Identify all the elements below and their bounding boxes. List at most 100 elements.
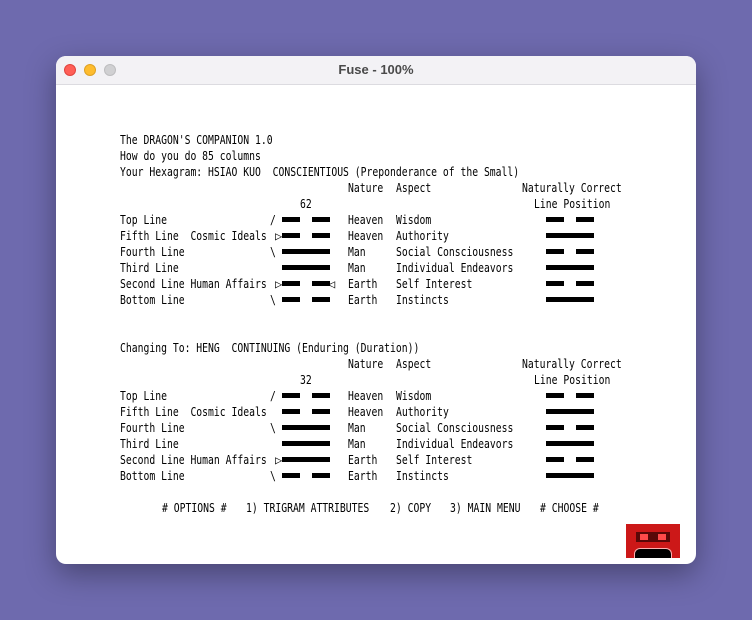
row-label: Fifth Line Cosmic Ideals (120, 228, 267, 243)
correct-line-left (546, 249, 564, 254)
hex1-number: 62 (300, 196, 312, 211)
hexagram-heading: Your Hexagram: HSIAO KUO CONSCIENTIOUS (… (120, 164, 520, 179)
direction-mark: / (270, 388, 276, 403)
title-bar[interactable]: Fuse - 100% (56, 56, 696, 85)
hexagram-line-left (282, 233, 300, 238)
row-label: Third Line (120, 436, 179, 451)
line-nature: Earth (348, 276, 378, 291)
correct-line (546, 409, 594, 414)
hexagram-line (282, 249, 330, 254)
hex1-correct-header: Naturally Correct (522, 180, 622, 195)
row-label: Second Line Human Affairs (120, 276, 267, 291)
hex1-aspect-header: Aspect (396, 180, 432, 195)
hexagram-line-right (312, 217, 330, 222)
correct-line-left (546, 425, 564, 430)
row-label: Third Line (120, 260, 179, 275)
hex2-number: 32 (300, 372, 312, 387)
row-label: Fourth Line (120, 420, 185, 435)
hexagram-line (282, 265, 330, 270)
direction-mark: / (270, 212, 276, 227)
hexagram-line-left (282, 281, 300, 286)
menu-main-menu[interactable]: 3) MAIN MENU (450, 500, 520, 516)
hex2-position-header: Line Position (534, 372, 611, 387)
hexagram-line (282, 425, 330, 430)
line-aspect: Instincts (396, 468, 449, 483)
line-nature: Man (348, 244, 366, 259)
hexagram-line-right (312, 297, 330, 302)
hexagram-line-left (282, 409, 300, 414)
line-nature: Earth (348, 468, 378, 483)
choose-prompt: # CHOOSE # (540, 500, 599, 515)
line-nature: Man (348, 420, 366, 435)
correct-line-right (576, 217, 594, 222)
line-nature: Heaven (348, 228, 384, 243)
hexagram-line-right (312, 281, 330, 286)
greeting-text: How do you do 85 columns (120, 148, 261, 163)
line-aspect: Self Interest (396, 452, 473, 467)
line-aspect: Social Consciousness (396, 420, 514, 435)
direction-mark: \ (270, 468, 276, 483)
hex2-aspect-header: Aspect (396, 356, 432, 371)
row-label: Fifth Line Cosmic Ideals (120, 404, 267, 419)
correct-line-left (546, 217, 564, 222)
correct-line-right (576, 281, 594, 286)
hex2-nature-header: Nature (348, 356, 384, 371)
app-title: The DRAGON'S COMPANION 1.0 (120, 132, 273, 147)
line-aspect: Wisdom (396, 212, 432, 227)
line-aspect: Social Consciousness (396, 244, 514, 259)
correct-line-right (576, 457, 594, 462)
row-label: Top Line (120, 388, 167, 403)
direction-mark: \ (270, 420, 276, 435)
hex2-correct-header: Naturally Correct (522, 356, 622, 371)
line-nature: Man (348, 436, 366, 451)
hexagram-line-right (312, 393, 330, 398)
row-label: Top Line (120, 212, 167, 227)
line-nature: Heaven (348, 388, 384, 403)
line-nature: Heaven (348, 212, 384, 227)
menu-copy[interactable]: 2) COPY (390, 500, 431, 516)
direction-mark: \ (270, 244, 276, 259)
line-aspect: Individual Endeavors (396, 436, 514, 451)
emulator-screen[interactable]: The DRAGON'S COMPANION 1.0 How do you do… (56, 84, 696, 564)
row-label: Bottom Line (120, 468, 185, 483)
correct-line (546, 297, 594, 302)
hexagram-line-right (312, 473, 330, 478)
hexagram-line-left (282, 473, 300, 478)
hexagram-line (282, 457, 330, 462)
line-aspect: Individual Endeavors (396, 260, 514, 275)
row-label: Fourth Line (120, 244, 185, 259)
correct-line (546, 473, 594, 478)
window-title: Fuse - 100% (338, 62, 414, 77)
hexagram-line-left (282, 217, 300, 222)
direction-mark: \ (270, 292, 276, 307)
line-nature: Heaven (348, 404, 384, 419)
hexagram-line (282, 441, 330, 446)
correct-line (546, 233, 594, 238)
correct-line-right (576, 425, 594, 430)
hexagram-line-right (312, 233, 330, 238)
correct-line-right (576, 393, 594, 398)
correct-line-right (576, 249, 594, 254)
emulator-window: Fuse - 100% The DRAGON'S COMPANION 1.0 H… (56, 56, 696, 564)
line-nature: Earth (348, 452, 378, 467)
correct-line-left (546, 281, 564, 286)
options-label: # OPTIONS # (162, 500, 227, 515)
line-aspect: Instincts (396, 292, 449, 307)
correct-line-left (546, 457, 564, 462)
line-aspect: Authority (396, 404, 449, 419)
hexagram-line-right (312, 409, 330, 414)
correct-line (546, 441, 594, 446)
hex1-nature-header: Nature (348, 180, 384, 195)
changing-to-heading: Changing To: HENG CONTINUING (Enduring (… (120, 340, 420, 355)
line-aspect: Wisdom (396, 388, 432, 403)
line-nature: Man (348, 260, 366, 275)
robot-icon (626, 524, 680, 558)
line-nature: Earth (348, 292, 378, 307)
hex1-position-header: Line Position (534, 196, 611, 211)
correct-line (546, 265, 594, 270)
hexagram-line-left (282, 297, 300, 302)
line-aspect: Self Interest (396, 276, 473, 291)
hexagram-line-left (282, 393, 300, 398)
line-aspect: Authority (396, 228, 449, 243)
menu-trigram-attributes[interactable]: 1) TRIGRAM ATTRIBUTES (246, 500, 369, 516)
